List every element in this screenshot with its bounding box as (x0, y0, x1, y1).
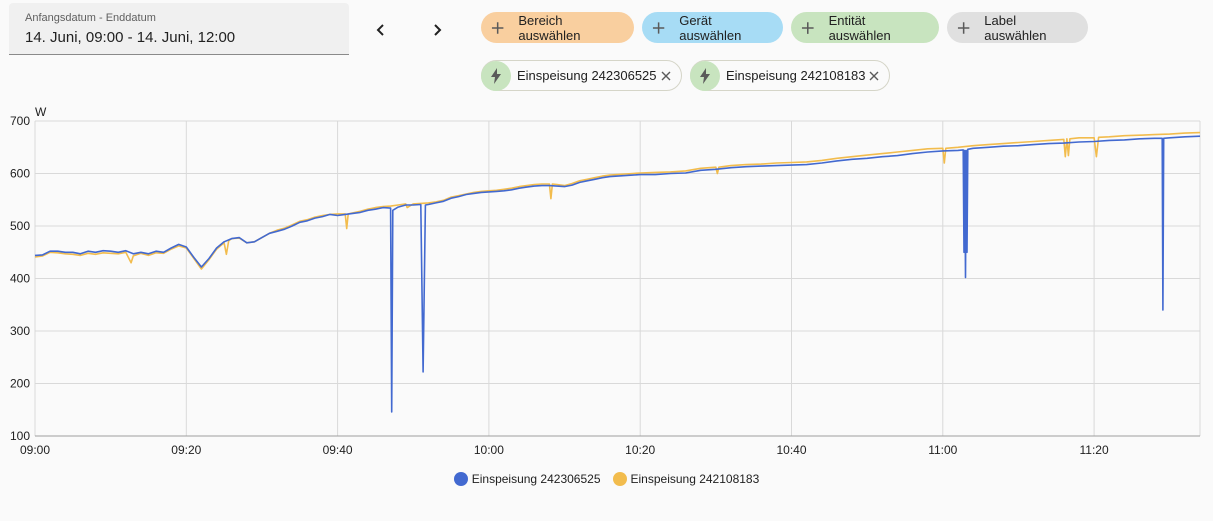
selected-entity-name: Einspeisung 242306525 (517, 68, 657, 83)
chevron-left-icon (376, 24, 384, 36)
select-device-chip[interactable]: Gerät auswählen (642, 12, 783, 43)
plus-icon (957, 21, 970, 34)
x-tick-label: 10:20 (625, 443, 655, 457)
legend-label: Einspeisung 242108183 (630, 472, 760, 486)
x-tick-label: 10:00 (474, 443, 504, 457)
chevron-right-icon (434, 24, 442, 36)
plus-icon (491, 21, 504, 34)
date-range-label: Anfangsdatum - Enddatum (25, 12, 156, 24)
x-tick-label: 09:40 (323, 443, 353, 457)
selected-entity-name: Einspeisung 242108183 (726, 68, 866, 83)
select-label-chip[interactable]: Label auswählen (947, 12, 1088, 43)
select-area-chip[interactable]: Bereich auswählen (481, 12, 634, 43)
x-tick-label: 11:00 (928, 443, 957, 457)
legend-item-series-2[interactable]: Einspeisung 242108183 (612, 472, 760, 486)
select-entity-chip[interactable]: Entität auswählen (791, 12, 939, 43)
y-tick-label: 700 (10, 114, 30, 128)
y-axis-ticks: 100 200 300 400 500 600 700 (10, 114, 30, 443)
next-period-button[interactable] (422, 15, 452, 45)
series-line-2 (34, 131, 1201, 270)
lightning-bolt-icon (690, 60, 720, 91)
legend-marker (612, 472, 627, 486)
x-axis-ticks: 09:00 09:20 09:40 10:00 10:20 10:40 11:00 11:20 (20, 443, 1109, 457)
select-entity-label: Entität auswählen (828, 12, 891, 43)
y-tick-label: 400 (10, 272, 30, 286)
series-line-1 (34, 135, 1201, 413)
date-range-value: 14. Juni, 09:00 - 14. Juni, 12:00 (25, 29, 236, 46)
y-tick-label: 600 (10, 167, 30, 181)
lightning-bolt-icon (481, 60, 511, 91)
x-tick-label: 09:00 (20, 443, 50, 457)
x-tick-label: 11:20 (1080, 443, 1109, 457)
select-device-label: Gerät auswählen (679, 12, 742, 43)
select-area-label: Bereich auswählen (518, 12, 581, 43)
plus-icon (652, 21, 665, 34)
previous-period-button[interactable] (366, 15, 396, 45)
y-tick-label: 300 (10, 324, 30, 338)
legend-label: Einspeisung 242306525 (471, 472, 601, 486)
y-tick-label: 100 (10, 429, 30, 443)
y-axis-label: W (35, 105, 47, 119)
x-tick-label: 09:20 (171, 443, 201, 457)
x-tick-label: 10:40 (776, 443, 806, 457)
legend-item-series-1[interactable]: Einspeisung 242306525 (453, 472, 601, 486)
selected-entity-chip[interactable]: Einspeisung 242108183 (690, 60, 890, 91)
chart-series (34, 131, 1201, 413)
selected-entity-chip[interactable]: Einspeisung 242306525 (481, 60, 682, 91)
power-line-chart: W 100 200 300 400 500 600 700 09:00 09:20 09:40 1… (10, 105, 1201, 457)
select-label-label: Label auswählen (984, 12, 1047, 43)
y-tick-label: 200 (10, 377, 30, 391)
chart-grid (34, 120, 1201, 437)
y-tick-label: 500 (10, 219, 30, 233)
remove-entity-icon[interactable] (867, 69, 881, 83)
date-range-picker[interactable]: Anfangsdatum - Enddatum 14. Juni, 09:00 … (9, 3, 349, 55)
legend-marker (453, 472, 468, 486)
chart-legend: Einspeisung 242306525 Einspeisung 242108… (0, 472, 1213, 486)
plus-icon (801, 21, 814, 34)
remove-entity-icon[interactable] (659, 69, 673, 83)
